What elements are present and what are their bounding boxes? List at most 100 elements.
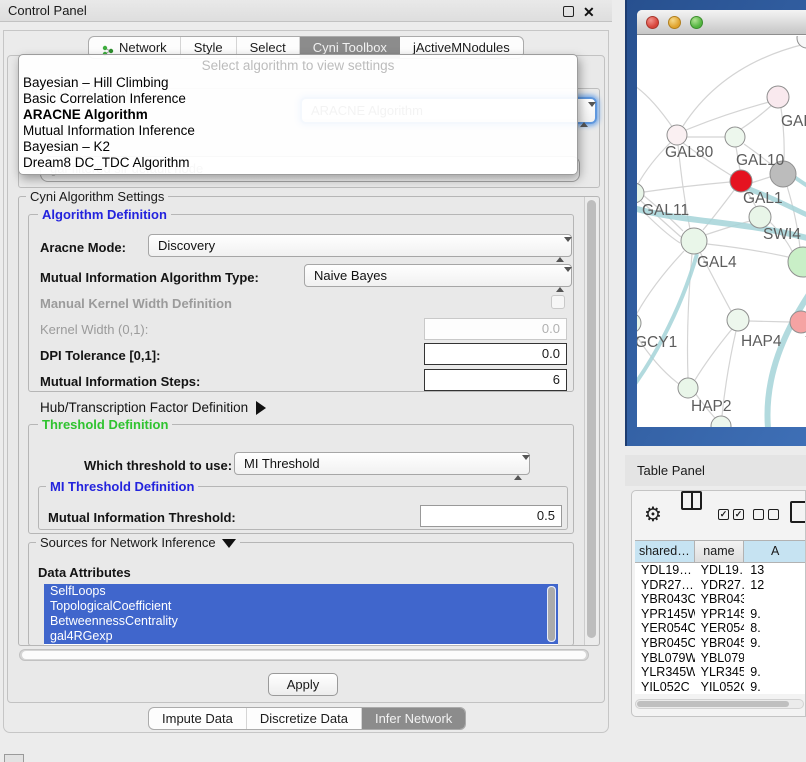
column-header-shared-name[interactable]: shared… (635, 541, 695, 562)
uncheck-all-icon-2[interactable] (768, 509, 779, 520)
table-cell[interactable]: YDR27… (695, 578, 745, 593)
network-node[interactable] (667, 125, 687, 145)
popup-item-basic-correlation[interactable]: Basic Correlation Inference (19, 91, 577, 107)
network-node[interactable] (725, 127, 745, 147)
scrollbar-thumb[interactable] (548, 587, 555, 641)
network-window-titlebar[interactable] (637, 10, 806, 35)
table-row[interactable]: YPR145WYPR145W9. (635, 607, 806, 622)
attribute-item[interactable]: gal4RGexp (44, 629, 558, 644)
table-cell[interactable]: 9. (744, 680, 806, 694)
network-edge[interactable] (637, 84, 673, 128)
table-cell[interactable]: 12 (744, 578, 806, 593)
expand-right-icon[interactable] (256, 401, 266, 415)
table-cell[interactable]: YIL052C (635, 680, 695, 694)
document-icon[interactable] (790, 501, 806, 523)
table-horizontal-scrollbar[interactable] (635, 699, 804, 709)
network-edge[interactable] (749, 321, 790, 322)
network-canvas-container[interactable]: GALGAL80GAL10GAL1GAL11SWI4GAL4GCY1HAP4YH… (637, 36, 806, 427)
popup-item-dream8[interactable]: Dream8 DC_TDC Algorithm (19, 155, 577, 171)
column-header-name[interactable]: name (695, 541, 745, 562)
table-cell[interactable]: YBR045C (695, 636, 745, 651)
network-canvas[interactable]: GALGAL80GAL10GAL1GAL11SWI4GAL4GCY1HAP4YH… (637, 36, 806, 427)
float-window-icon[interactable] (563, 6, 574, 17)
table-row[interactable]: YBR043CYBR043C (635, 592, 806, 607)
column-header-third[interactable]: A (744, 541, 806, 562)
scrollbar-thumb[interactable] (22, 651, 586, 659)
gear-icon[interactable]: ⚙ (644, 502, 662, 527)
network-node[interactable] (788, 247, 806, 277)
network-node[interactable] (681, 228, 707, 254)
network-edge[interactable] (695, 329, 732, 380)
tab-infer-network[interactable]: Infer Network (362, 708, 465, 729)
table-cell[interactable]: 9. (744, 607, 806, 622)
table-row[interactable]: YBL079WYBL079W (635, 651, 806, 666)
table-cell[interactable]: 13 (744, 563, 806, 578)
table-cell[interactable]: YBR043C (695, 592, 745, 607)
network-node[interactable] (767, 86, 789, 108)
table-cell[interactable] (744, 651, 806, 666)
table-cell[interactable]: YPR145W (695, 607, 745, 622)
network-node[interactable] (637, 313, 641, 333)
table-row[interactable]: YDL19…YDL19…13 (635, 563, 806, 578)
zoom-traffic-light-icon[interactable] (690, 16, 703, 29)
scrollbar-thumb[interactable] (587, 200, 596, 638)
close-traffic-light-icon[interactable] (646, 16, 659, 29)
split-columns-icon[interactable] (681, 491, 702, 510)
table-cell[interactable]: YDL19… (695, 563, 745, 578)
minimized-panel-icon[interactable] (4, 754, 24, 762)
which-threshold-combo[interactable]: MI Threshold (234, 452, 530, 475)
table-cell[interactable]: YBL079W (635, 651, 695, 666)
collapse-down-icon[interactable] (222, 539, 236, 548)
check-all-icon-2[interactable]: ✓ (733, 509, 744, 520)
table-cell[interactable]: YDL19… (635, 563, 695, 578)
table-cell[interactable]: YLR345W (695, 665, 745, 680)
network-edge[interactable] (767, 274, 806, 427)
hub-definition-toggle[interactable]: Hub/Transcription Factor Definition (40, 400, 266, 415)
table-cell[interactable]: YBR045C (635, 636, 695, 651)
table-cell[interactable]: YBR043C (635, 592, 695, 607)
table-row[interactable]: YER054CYER054C8. (635, 621, 806, 636)
network-node[interactable] (790, 311, 806, 333)
table-row[interactable]: YLR345WYLR345W9. (635, 665, 806, 680)
sources-group-title[interactable]: Sources for Network Inference (36, 535, 240, 550)
settings-vertical-scrollbar[interactable] (584, 197, 598, 645)
table-cell[interactable]: YDR27… (635, 578, 695, 593)
settings-horizontal-scrollbar[interactable] (19, 649, 589, 661)
network-edge[interactable] (751, 177, 770, 183)
mi-type-combo[interactable]: Naive Bayes (304, 264, 572, 287)
network-node[interactable] (730, 170, 752, 192)
table-cell[interactable]: 8. (744, 621, 806, 636)
mi-steps-field[interactable]: 6 (424, 369, 567, 391)
popup-item-aracne[interactable]: ARACNE Algorithm (19, 107, 577, 123)
table-row[interactable]: YBR045CYBR045C9. (635, 636, 806, 651)
popup-item-mutual-information[interactable]: Mutual Information Inference (19, 123, 577, 139)
apply-button[interactable]: Apply (268, 673, 338, 696)
kernel-width-field[interactable]: 0.0 (424, 318, 567, 340)
manual-kernel-checkbox[interactable] (551, 295, 565, 309)
check-all-icon[interactable]: ✓ (718, 509, 729, 520)
popup-item-bayesian-k2[interactable]: Bayesian – K2 (19, 139, 577, 155)
attribute-item[interactable]: BetweennessCentrality (44, 614, 558, 629)
mi-threshold-field[interactable]: 0.5 (420, 505, 562, 527)
table-cell[interactable]: YER054C (695, 621, 745, 636)
attribute-list-scrollbar[interactable] (547, 586, 556, 642)
table-cell[interactable]: YER054C (635, 621, 695, 636)
scrollbar-thumb[interactable] (637, 701, 789, 707)
close-icon[interactable]: ✕ (583, 1, 595, 23)
tab-discretize-data[interactable]: Discretize Data (247, 708, 362, 729)
network-node[interactable] (749, 206, 771, 228)
table-row[interactable]: YDR27…YDR27…12 (635, 578, 806, 593)
network-node[interactable] (678, 378, 698, 398)
attribute-item[interactable]: TopologicalCoefficient (44, 599, 558, 614)
uncheck-all-icon[interactable] (753, 509, 764, 520)
table-cell[interactable]: YPR145W (635, 607, 695, 622)
network-edge[interactable] (644, 182, 730, 192)
table-cell[interactable]: 9. (744, 665, 806, 680)
table-cell[interactable]: YBL079W (695, 651, 745, 666)
minimize-traffic-light-icon[interactable] (668, 16, 681, 29)
network-node[interactable] (637, 183, 644, 203)
data-attributes-list[interactable]: SelfLoops TopologicalCoefficient Between… (44, 584, 558, 645)
table-cell[interactable]: YIL052C (695, 680, 745, 694)
table-cell[interactable]: YLR345W (635, 665, 695, 680)
popup-item-bayesian-hill-climbing[interactable]: Bayesian – Hill Climbing (19, 75, 577, 91)
